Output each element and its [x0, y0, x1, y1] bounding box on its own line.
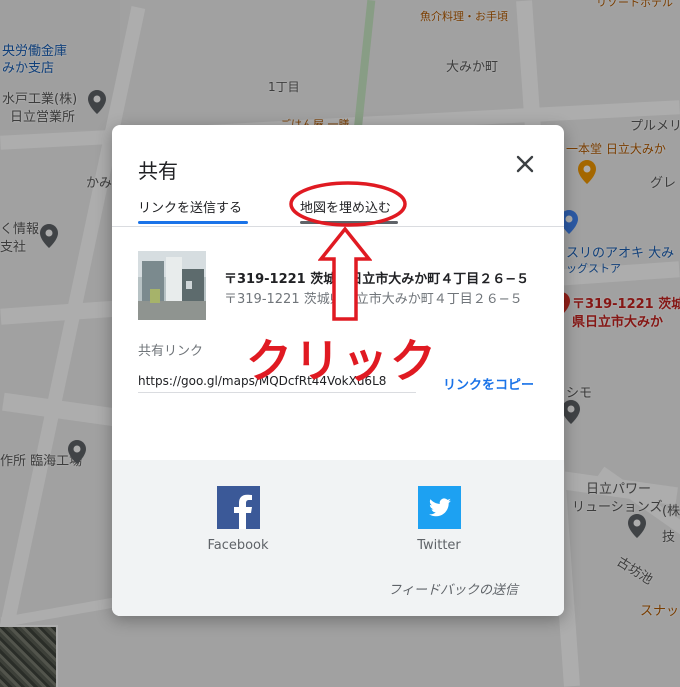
active-tab-indicator [138, 221, 248, 224]
annotation-circle [289, 181, 407, 227]
twitter-share-button[interactable]: Twitter [394, 486, 484, 553]
facebook-share-button[interactable]: Facebook [193, 486, 283, 553]
dialog-title: 共有 [138, 159, 178, 183]
facebook-label: Facebook [207, 538, 269, 553]
facebook-icon [216, 486, 260, 529]
annotation-click-label: クリック [246, 334, 438, 388]
social-share-area: Facebook Twitter フィードバックの送信 [112, 460, 564, 616]
send-feedback-link[interactable]: フィードバックの送信 [388, 579, 518, 598]
annotation-arrow-icon [318, 226, 372, 321]
close-icon[interactable] [510, 149, 540, 179]
share-link-label: 共有リンク [138, 344, 204, 359]
place-address-secondary: 〒319-1221 茨城県日立市大みか町４丁目２６−５ [224, 292, 523, 307]
tab-send-link[interactable]: リンクを送信する [138, 197, 242, 216]
place-thumbnail [138, 251, 206, 320]
twitter-label: Twitter [417, 538, 461, 553]
copy-link-button[interactable]: リンクをコピー [443, 374, 534, 393]
place-address: 〒319-1221 茨城県日立市大みか町４丁目２６−５ [224, 272, 530, 287]
twitter-icon [417, 486, 461, 529]
